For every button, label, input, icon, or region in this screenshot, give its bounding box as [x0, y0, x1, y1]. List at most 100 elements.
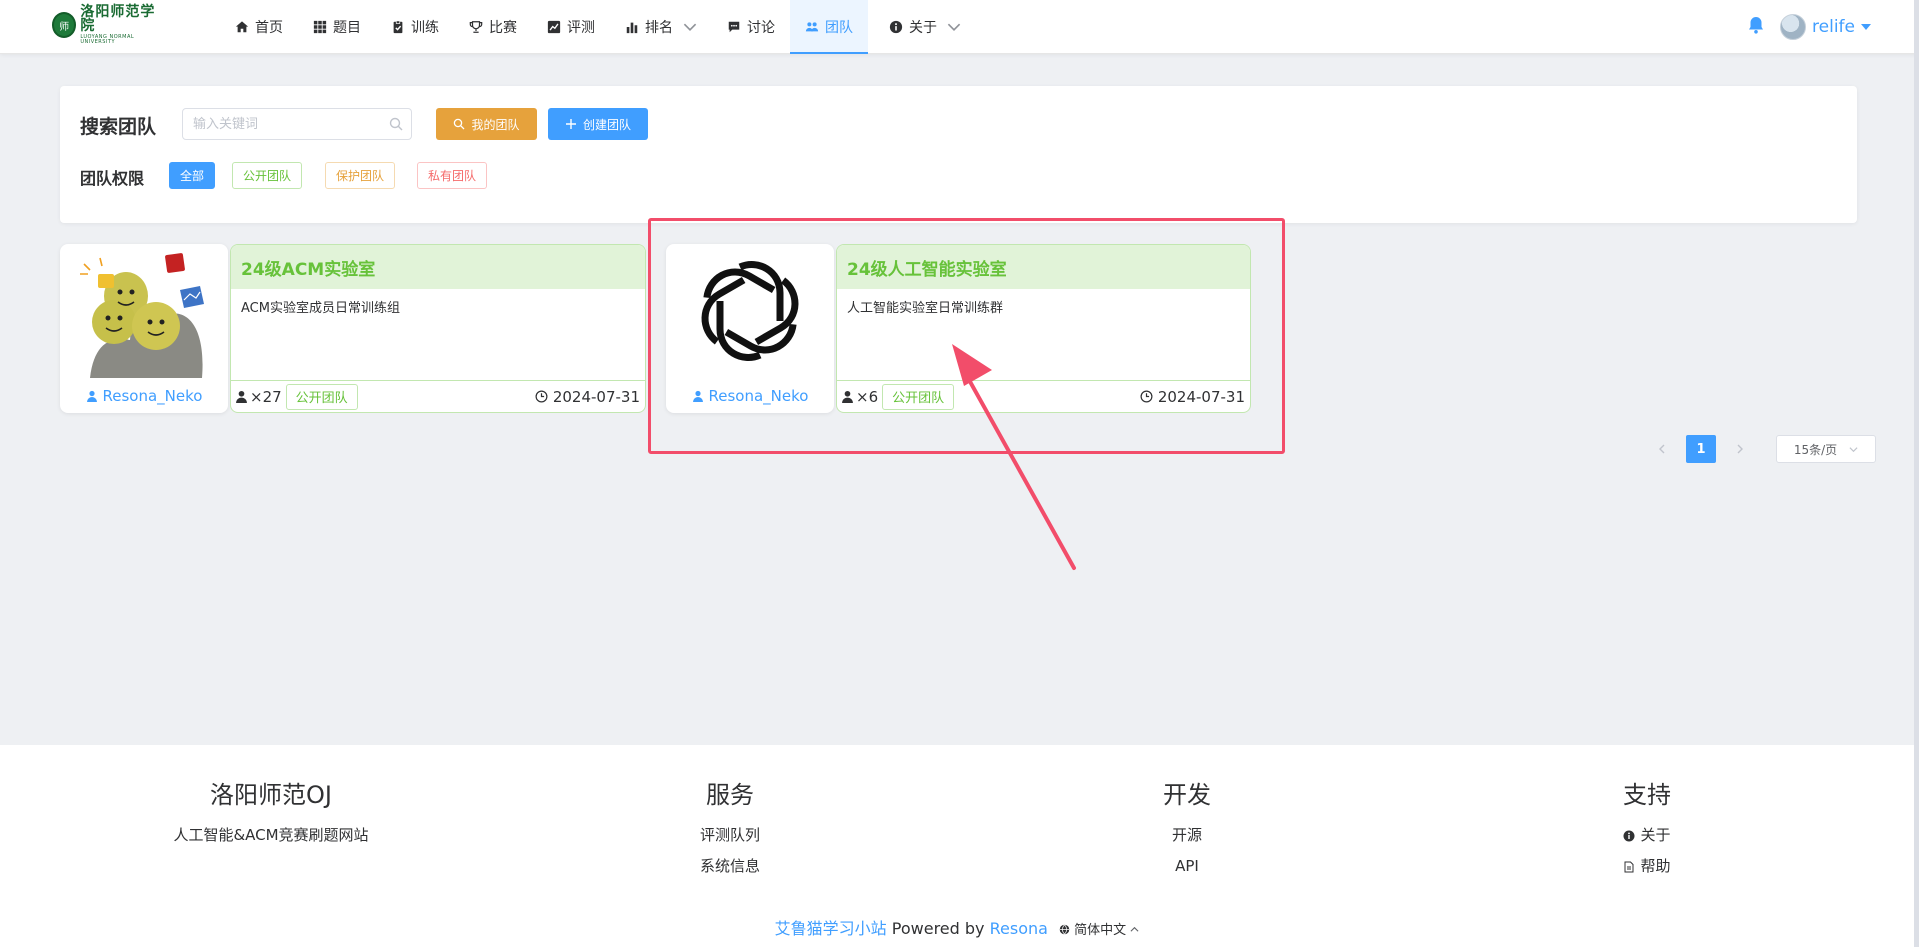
page-size-select[interactable]: 15条/页	[1776, 435, 1876, 463]
bell-icon[interactable]	[1746, 15, 1766, 39]
user-icon	[842, 390, 853, 403]
line-chart-icon	[547, 20, 561, 34]
team-footer: ×27 公开团队 2024-07-31	[231, 380, 645, 412]
my-team-button[interactable]: 我的团队	[436, 108, 537, 140]
plus-icon	[565, 119, 576, 129]
footer-link-help[interactable]: 帮助	[1597, 851, 1697, 882]
clipboard-check-icon	[393, 20, 403, 34]
comment-icon	[728, 21, 740, 33]
search-icon[interactable]	[389, 117, 403, 131]
filter-all[interactable]: 全部	[169, 162, 216, 189]
footer-link-opensource[interactable]: 开源	[1127, 820, 1247, 851]
language-label: 简体中文	[1074, 923, 1127, 938]
nav-item-training[interactable]: 训练	[376, 0, 454, 54]
search-title: 搜索团队	[80, 116, 157, 138]
member-count-text: ×27	[250, 387, 282, 406]
next-page-button[interactable]	[1726, 435, 1754, 463]
filter-public[interactable]: 公开团队	[232, 162, 303, 189]
user-icon	[236, 390, 247, 403]
team-image-panel[interactable]: Resona_Neko	[666, 244, 834, 413]
member-count-text: ×6	[856, 387, 879, 406]
team-owner-link[interactable]: Resona_Neko	[60, 387, 228, 405]
chevron-down-icon	[1849, 446, 1858, 452]
university-seal-icon: 师	[52, 12, 77, 38]
team-date: 2024-07-31	[535, 388, 640, 406]
info-icon	[889, 20, 903, 34]
nav-label: 训练	[411, 20, 439, 36]
team-search-card: 搜索团队 我的团队 创建团队 团队权限 全部 公开团队 保护团队 私有团队	[60, 86, 1857, 223]
nav-item-problems[interactable]: 题目	[298, 0, 376, 54]
footer-heading: 支持	[1623, 781, 1671, 809]
nav-label: 关于	[909, 20, 937, 36]
document-icon	[1624, 861, 1634, 872]
nav-item-discussion[interactable]: 讨论	[712, 0, 790, 54]
team-footer: ×6 公开团队 2024-07-31	[837, 380, 1250, 412]
team-description: ACM实验室成员日常训练组	[241, 301, 400, 316]
page-number-button[interactable]: 1	[1686, 435, 1716, 463]
site-footer: 洛阳师范OJ 人工智能&ACM竞赛刷题网站 服务 评测队列 系统信息 开发 开源…	[0, 745, 1914, 947]
visibility-tag: 公开团队	[285, 383, 358, 410]
nav-item-about[interactable]: 关于	[874, 0, 976, 54]
team-info-panel[interactable]: 24级人工智能实验室 人工智能实验室日常训练群 ×6 公开团队 2024-07-…	[836, 244, 1251, 413]
create-team-label: 创建团队	[582, 117, 631, 132]
filter-protected[interactable]: 保护团队	[325, 162, 396, 189]
pagination: 1 15条/页	[1648, 435, 1876, 463]
search-box	[182, 108, 412, 140]
nav-item-judge[interactable]: 评测	[532, 0, 610, 54]
permission-label: 团队权限	[80, 169, 145, 188]
team-date: 2024-07-31	[1140, 388, 1245, 406]
top-navbar: 师 洛阳师范学院 LUOYANG NORMAL UNIVERSITY 首页 题目…	[0, 0, 1919, 54]
trophy-icon	[469, 21, 483, 33]
team-image-panel[interactable]: Resona_Neko	[60, 244, 228, 413]
clock-icon	[1140, 390, 1153, 403]
username: relife	[1812, 17, 1855, 37]
globe-icon	[1059, 924, 1070, 935]
footer-link-api[interactable]: API	[1127, 851, 1247, 882]
site-logo[interactable]: 师 洛阳师范学院 LUOYANG NORMAL UNIVERSITY	[52, 5, 164, 45]
nav-right: relife	[1746, 0, 1871, 54]
powered-by-text: Powered by	[891, 919, 985, 938]
nav-item-ranking[interactable]: 排名	[610, 0, 712, 54]
language-switcher[interactable]: 简体中文	[1059, 923, 1139, 938]
footer-link-label: 关于	[1640, 826, 1671, 844]
team-card[interactable]: Resona_Neko 24级ACM实验室 ACM实验室成员日常训练组 ×27 …	[60, 244, 646, 413]
team-date-text: 2024-07-31	[552, 387, 640, 406]
site-name-link[interactable]: 艾鲁猫学习小站	[775, 919, 887, 938]
team-owner-link[interactable]: Resona_Neko	[666, 387, 834, 405]
footer-link-about[interactable]: 关于	[1597, 820, 1697, 851]
nav-item-home[interactable]: 首页	[220, 0, 298, 54]
team-name: 24级ACM实验室	[231, 245, 645, 289]
nav-label: 比赛	[489, 20, 517, 36]
footer-link-judge-queue[interactable]: 评测队列	[665, 820, 795, 851]
prev-page-button[interactable]	[1648, 435, 1676, 463]
footer-bottom: 艾鲁猫学习小站 Powered by Resona 简体中文	[0, 915, 1914, 939]
footer-col-service: 服务 评测队列 系统信息	[665, 775, 795, 882]
filter-private[interactable]: 私有团队	[417, 162, 488, 189]
member-count: ×27	[235, 388, 282, 406]
search-input[interactable]	[183, 109, 373, 139]
powered-by-link[interactable]: Resona	[990, 919, 1048, 938]
user-menu[interactable]: relife	[1780, 14, 1871, 40]
grid-icon	[313, 20, 327, 34]
team-card[interactable]: Resona_Neko 24级人工智能实验室 人工智能实验室日常训练群 ×6 公…	[666, 244, 1251, 413]
footer-link-system-info[interactable]: 系统信息	[665, 851, 795, 882]
logo-subtext: LUOYANG NORMAL UNIVERSITY	[80, 34, 135, 45]
team-name: 24级人工智能实验室	[837, 245, 1250, 289]
team-info-panel[interactable]: 24级ACM实验室 ACM实验室成员日常训练组 ×27 公开团队 2024-07…	[230, 244, 646, 413]
create-team-button[interactable]: 创建团队	[548, 108, 648, 140]
nav-label: 评测	[567, 20, 595, 36]
scrollbar[interactable]	[1914, 0, 1919, 947]
search-icon	[454, 118, 465, 130]
footer-heading: 服务	[706, 781, 754, 809]
bar-chart-icon	[626, 22, 638, 34]
nav-item-team[interactable]: 团队	[790, 0, 868, 54]
team-date-text: 2024-07-31	[1157, 387, 1245, 406]
nav-label: 讨论	[747, 20, 775, 36]
page-size-value: 15条/页	[1793, 442, 1838, 457]
footer-col-about-site: 洛阳师范OJ 人工智能&ACM竞赛刷题网站	[160, 775, 382, 851]
caret-down-icon	[1861, 24, 1871, 30]
team-avatar-image	[70, 244, 218, 378]
footer-heading: 开发	[1163, 781, 1211, 809]
nav-item-contest[interactable]: 比赛	[454, 0, 532, 54]
chevron-down-icon	[947, 23, 961, 31]
